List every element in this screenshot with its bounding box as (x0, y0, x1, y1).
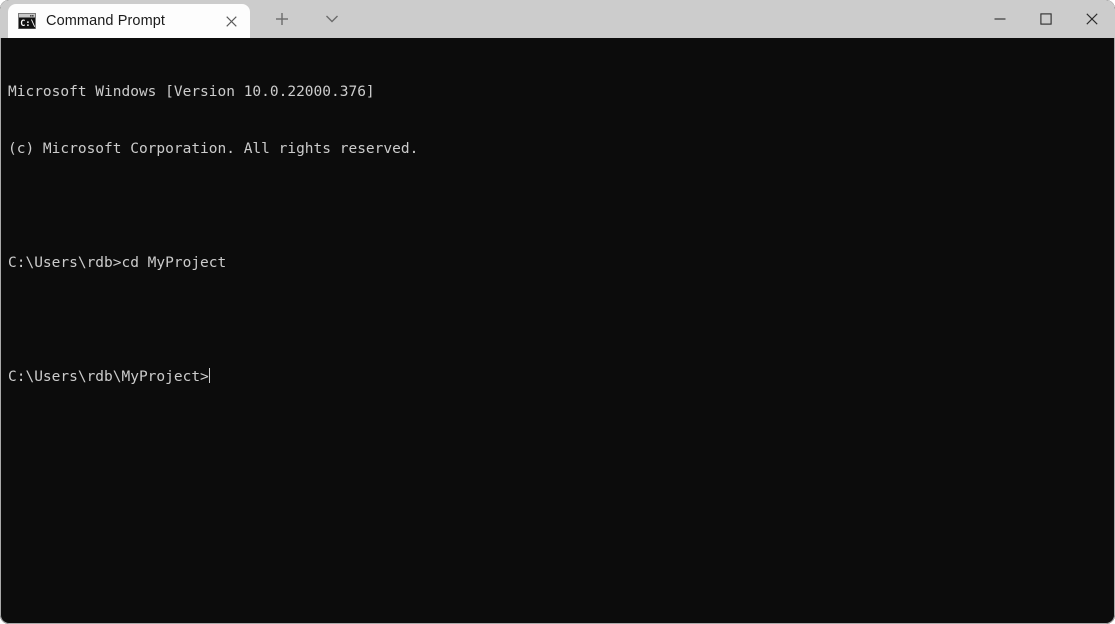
title-bar[interactable]: C:\ Command Prompt (0, 0, 1115, 38)
terminal-output: Microsoft Windows [Version 10.0.22000.37… (8, 45, 1114, 425)
tab-command-prompt[interactable]: C:\ Command Prompt (8, 4, 250, 38)
svg-text:C:\: C:\ (20, 19, 35, 29)
new-tab-icon[interactable] (264, 2, 300, 36)
terminal-line: Microsoft Windows [Version 10.0.22000.37… (8, 84, 375, 100)
maximize-icon[interactable] (1023, 0, 1069, 38)
terminal-line: (c) Microsoft Corporation. All rights re… (8, 141, 419, 157)
terminal-prompt-line: C:\Users\rdb\MyProject> (8, 368, 1114, 387)
window-controls (977, 0, 1115, 38)
close-icon[interactable] (1069, 0, 1115, 38)
terminal-surface[interactable]: Microsoft Windows [Version 10.0.22000.37… (0, 38, 1115, 624)
tab-close-icon[interactable] (216, 6, 246, 36)
text-cursor (208, 368, 210, 383)
command-prompt-icon: C:\ (18, 13, 36, 29)
minimize-icon[interactable] (977, 0, 1023, 38)
terminal-line: C:\Users\rdb>cd MyProject (8, 255, 227, 271)
tab-strip: C:\ Command Prompt (0, 0, 350, 38)
command-prompt-window: C:\ Command Prompt Microsoft Windows [Ve… (0, 0, 1115, 624)
tab-label: Command Prompt (46, 13, 166, 29)
prompt-text: C:\Users\rdb\MyProject> (8, 369, 209, 385)
chevron-down-icon[interactable] (314, 2, 350, 36)
